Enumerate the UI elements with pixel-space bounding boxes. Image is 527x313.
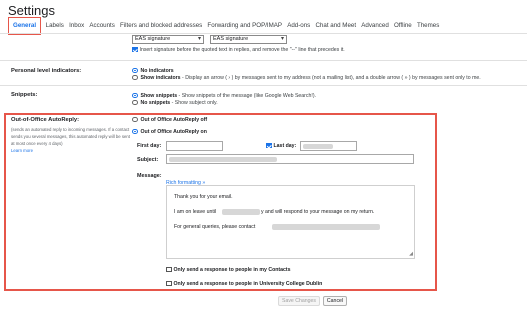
tab-filters[interactable]: Filters and blocked addresses <box>117 20 204 32</box>
ooo-off-radio[interactable] <box>132 116 138 123</box>
only-contacts-checkbox[interactable] <box>166 266 172 273</box>
first-day-label: First day: <box>137 143 162 149</box>
tab-advanced[interactable]: Advanced <box>359 20 392 32</box>
tab-addons[interactable]: Add-ons <box>285 20 313 32</box>
signature-select-new[interactable]: EAS signature <box>132 35 204 44</box>
subject-input[interactable] <box>166 154 414 164</box>
message-line-leave: I am on leave until <box>174 209 217 215</box>
resize-handle-icon[interactable]: ◢ <box>409 252 413 257</box>
section-divider <box>0 60 527 61</box>
page-title: Settings <box>8 3 55 18</box>
ooo-on-label: Out of Office AutoReply on <box>140 129 207 135</box>
last-day-row: Last day: <box>266 142 296 150</box>
no-snippets-label: No snippets <box>140 100 171 106</box>
tab-inbox[interactable]: Inbox <box>66 20 86 32</box>
indicators-on-row: Show indicators - Display an arrow ( › )… <box>132 74 481 82</box>
section-divider <box>0 85 527 86</box>
signature-select-reply[interactable]: EAS signature <box>210 35 287 44</box>
ooo-off-row: Out of Office AutoReply off <box>132 116 207 124</box>
message-line-thanks: Thank you for your email. <box>174 194 233 200</box>
redacted-contact <box>272 224 380 230</box>
snippets-off-row: No snippets - Show subject only. <box>132 99 218 107</box>
tab-offline[interactable]: Offline <box>391 20 414 32</box>
only-org-row: Only send a response to people in Univer… <box>166 280 322 288</box>
first-day-input[interactable] <box>166 141 223 151</box>
snippets-label: Snippets: <box>11 92 38 98</box>
learn-more-link[interactable]: Learn more <box>11 148 33 153</box>
ooo-on-row: Out of Office AutoReply on <box>132 128 207 136</box>
ooo-on-radio[interactable] <box>132 128 138 135</box>
message-editor[interactable]: Thank you for your email. I am on leave … <box>166 185 415 259</box>
redacted-date <box>303 144 333 149</box>
tab-accounts[interactable]: Accounts <box>87 20 118 32</box>
no-snippets-desc: - Show subject only. <box>170 100 218 106</box>
ooo-off-label: Out of Office AutoReply off <box>140 117 208 123</box>
no-indicators-radio[interactable] <box>132 67 138 74</box>
redacted-return-date <box>222 209 260 215</box>
signature-insert-row: Insert signature before the quoted text … <box>132 46 345 54</box>
tab-labels[interactable]: Labels <box>43 20 66 32</box>
ooo-label: Out-of-Office AutoReply: <box>11 117 80 123</box>
save-changes-button[interactable]: Save Changes <box>278 296 320 306</box>
last-day-label: Last day: <box>273 143 297 149</box>
personal-indicators-label: Personal level indicators: <box>11 68 82 74</box>
insert-signature-checkbox[interactable] <box>132 46 138 53</box>
show-snippets-radio[interactable] <box>132 92 138 99</box>
last-day-input[interactable] <box>300 141 357 151</box>
no-snippets-radio[interactable] <box>132 99 138 106</box>
ooo-helper: (sends an automated reply to incoming me… <box>11 126 134 154</box>
tab-themes[interactable]: Themes <box>414 20 442 32</box>
insert-signature-text: Insert signature before the quoted text … <box>139 47 345 53</box>
show-indicators-radio[interactable] <box>132 74 138 81</box>
cancel-button[interactable]: Cancel <box>323 296 347 306</box>
only-contacts-row: Only send a response to people in my Con… <box>166 266 291 274</box>
show-indicators-label: Show indicators <box>140 75 181 81</box>
only-org-label: Only send a response to people in Univer… <box>173 281 323 287</box>
message-label: Message: <box>137 173 162 179</box>
only-contacts-label: Only send a response to people in my Con… <box>173 267 291 273</box>
tabs-divider <box>0 33 527 34</box>
tab-chat-meet[interactable]: Chat and Meet <box>313 20 359 32</box>
ooo-helper-text: (sends an automated reply to incoming me… <box>11 127 130 147</box>
show-indicators-desc: - Display an arrow ( › ) by messages sen… <box>180 75 481 81</box>
subject-label: Subject: <box>137 157 159 163</box>
only-org-checkbox[interactable] <box>166 280 172 287</box>
tab-forwarding[interactable]: Forwarding and POP/IMAP <box>205 20 285 32</box>
redacted-subject <box>169 157 277 162</box>
message-line-contact: For general queries, please contact <box>174 224 256 230</box>
message-line-return: y and will respond to your message on my… <box>261 209 375 215</box>
last-day-checkbox[interactable] <box>266 142 272 149</box>
